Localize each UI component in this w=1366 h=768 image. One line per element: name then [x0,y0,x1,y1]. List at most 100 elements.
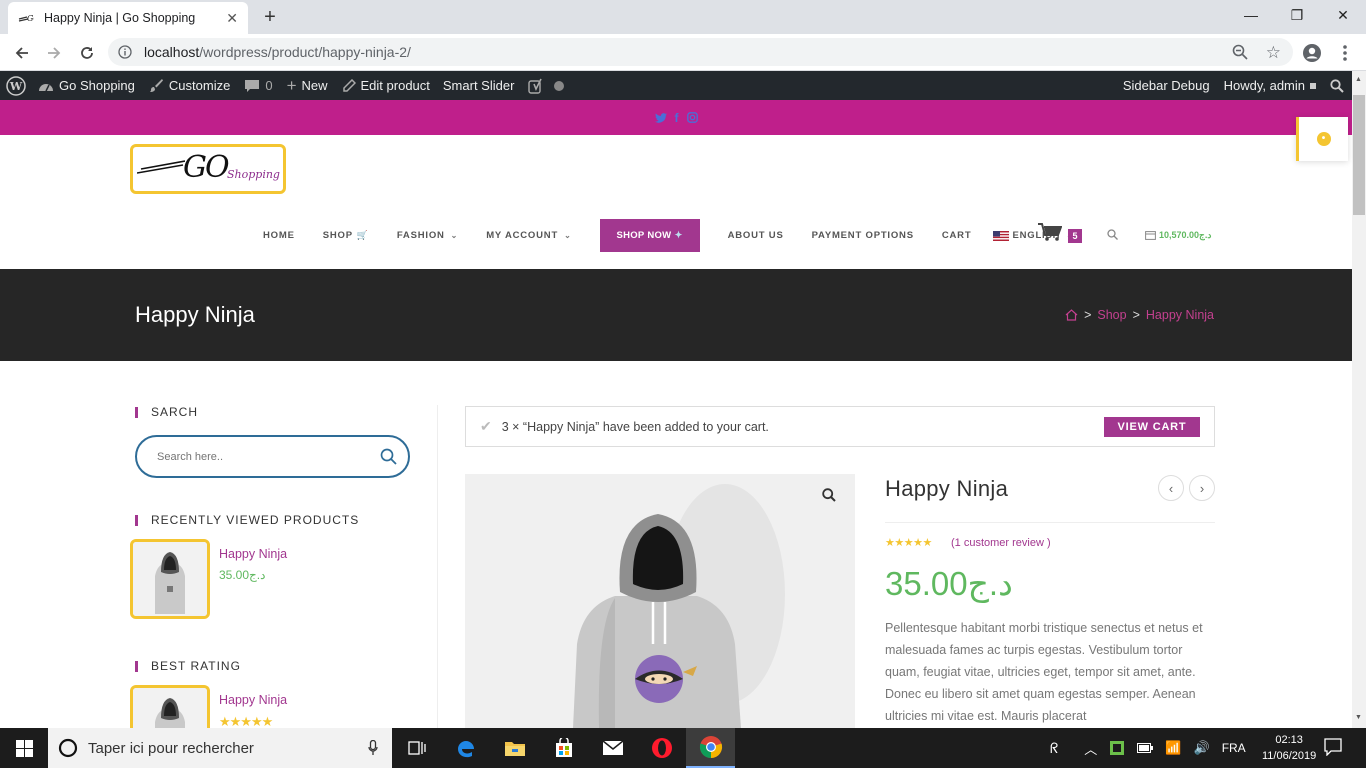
logo-go-text: GO [183,150,230,185]
window-close-button[interactable]: ✕ [1320,4,1366,28]
chevron-right-icon: › [1199,480,1205,496]
admin-edit-product-link[interactable]: Edit product [342,78,430,93]
bookmark-star-icon[interactable]: ☆ [1266,43,1281,63]
search-input[interactable] [157,450,372,463]
url-path: /wordpress/product/happy-ninja-2/ [199,44,411,60]
edge-browser-icon[interactable] [441,728,490,768]
new-tab-button[interactable]: + [258,6,282,30]
shop-now-button[interactable]: SHOP NOW ✦ [599,219,700,252]
admin-customize-link[interactable]: Customize [149,78,230,93]
wordpress-logo-icon[interactable]: W [6,75,26,96]
info-icon[interactable] [118,45,132,59]
admin-sidebar-debug-link[interactable]: Sidebar Debug [1123,78,1210,93]
twitter-icon[interactable] [654,112,667,123]
chevron-up-icon[interactable]: ︿ [1084,739,1097,758]
mail-icon[interactable] [588,728,637,768]
url-host: localhost [144,44,200,60]
sidebar-search-field[interactable] [135,435,410,478]
rated-product-name[interactable]: Happy Ninja [219,693,287,707]
zoom-search-icon[interactable] [822,488,836,502]
facebook-icon[interactable]: f [675,111,679,125]
tab-close-icon[interactable]: ✕ [226,10,238,27]
taskbar-clock[interactable]: 02:13 11/06/2019 [1262,732,1316,764]
people-icon[interactable]: ᖇ [1050,740,1058,757]
instagram-icon[interactable] [686,112,698,123]
admin-site-link[interactable]: Go Shopping [38,78,135,93]
file-explorer-icon[interactable] [490,728,539,768]
profile-icon[interactable] [1301,42,1323,64]
admin-comments-count: 0 [265,78,273,93]
notification-center-icon[interactable] [1324,738,1342,756]
page-scrollbar-thumb[interactable] [1353,95,1365,215]
input-language[interactable]: FRA [1222,741,1246,755]
dashboard-icon [38,79,54,93]
admin-account-link[interactable]: Howdy, admin [1224,78,1316,93]
home-icon[interactable] [1065,309,1078,321]
brush-icon [149,78,164,93]
admin-new-link[interactable]: + New [287,76,328,96]
cart-icon[interactable] [1038,222,1062,242]
product-main-image[interactable] [465,474,855,728]
admin-site-name: Go Shopping [59,78,135,93]
product-title: Happy Ninja [885,476,1009,501]
sidebar-divider [437,405,438,728]
address-bar[interactable]: localhost/wordpress/product/happy-ninja-… [108,38,1293,66]
browser-menu-icon[interactable] [1334,42,1356,64]
admin-new-label: New [301,78,328,93]
nav-shop[interactable]: SHOP 🛒 [323,230,369,241]
tray-app-icon[interactable] [1109,740,1125,756]
view-cart-button[interactable]: VIEW CART [1104,417,1200,437]
product-description: Pellentesque habitant morbi tristique se… [885,621,1203,723]
status-dot-icon[interactable] [554,80,565,91]
recent-product-name[interactable]: Happy Ninja [219,547,287,561]
minimize-button[interactable]: — [1228,4,1274,28]
forward-icon[interactable] [43,42,65,64]
chrome-icon[interactable] [686,728,735,768]
side-notification-widget[interactable]: • [1296,117,1348,161]
taskbar-search-box[interactable]: Taper ici pour rechercher [48,728,392,768]
header-search-icon[interactable] [1107,229,1118,240]
nav-home[interactable]: HOME [263,230,295,241]
nav-payment-options-label: PAYMENT OPTIONS [811,230,914,241]
admin-search-icon[interactable] [1330,78,1344,93]
microphone-icon[interactable] [368,740,378,756]
admin-smart-slider-link[interactable]: Smart Slider [443,78,515,93]
admin-bar-right: Sidebar Debug Howdy, admin [1113,71,1344,100]
volume-icon[interactable]: 🔊 [1194,740,1210,756]
system-tray: ᖇ ︿ 📶 🔊 FRA [1050,728,1246,768]
reload-icon[interactable] [76,42,98,64]
svg-text:W: W [9,80,23,93]
breadcrumb-shop[interactable]: Shop [1097,308,1126,322]
nav-about-us[interactable]: ABOUT US [728,230,784,241]
scroll-up-icon[interactable]: ▲ [1355,76,1362,83]
nav-fashion-label: FASHION [396,230,445,241]
mini-cart-total[interactable]: 10,570.00د.ج [1145,230,1211,241]
nav-payment-options[interactable]: PAYMENT OPTIONS [812,230,914,241]
previous-product-button[interactable]: ‹ [1158,475,1184,501]
chevron-left-icon: ‹ [1168,480,1174,496]
back-icon[interactable] [11,42,33,64]
battery-icon[interactable] [1137,743,1154,753]
windows-start-icon[interactable] [0,728,48,768]
browser-tab[interactable]: GO Happy Ninja | Go Shopping ✕ [8,2,248,34]
wifi-icon[interactable]: 📶 [1165,740,1181,756]
pencil-icon [342,78,356,93]
task-view-icon[interactable] [392,728,441,768]
zoom-icon[interactable] [1232,44,1248,60]
recent-product-thumbnail[interactable] [130,539,210,619]
yoast-seo-icon[interactable] [528,78,544,94]
search-icon[interactable] [380,448,397,465]
scroll-down-icon[interactable]: ▼ [1355,714,1362,721]
site-logo[interactable]: GO Shopping [130,144,286,194]
nav-fashion[interactable]: FASHION ⌄ [397,230,458,241]
opera-icon[interactable] [637,728,686,768]
store-icon[interactable] [539,728,588,768]
maximize-button[interactable]: ❐ [1274,4,1320,28]
admin-comments-link[interactable]: 0 [244,78,273,93]
nav-my-account-label: MY ACCOUNT [486,230,559,241]
customer-review-link[interactable]: (1 customer review ) [951,537,1051,549]
nav-cart[interactable]: CART [942,230,972,241]
nav-my-account[interactable]: MY ACCOUNT ⌄ [486,230,571,241]
avatar [1310,82,1316,89]
next-product-button[interactable]: › [1189,475,1215,501]
